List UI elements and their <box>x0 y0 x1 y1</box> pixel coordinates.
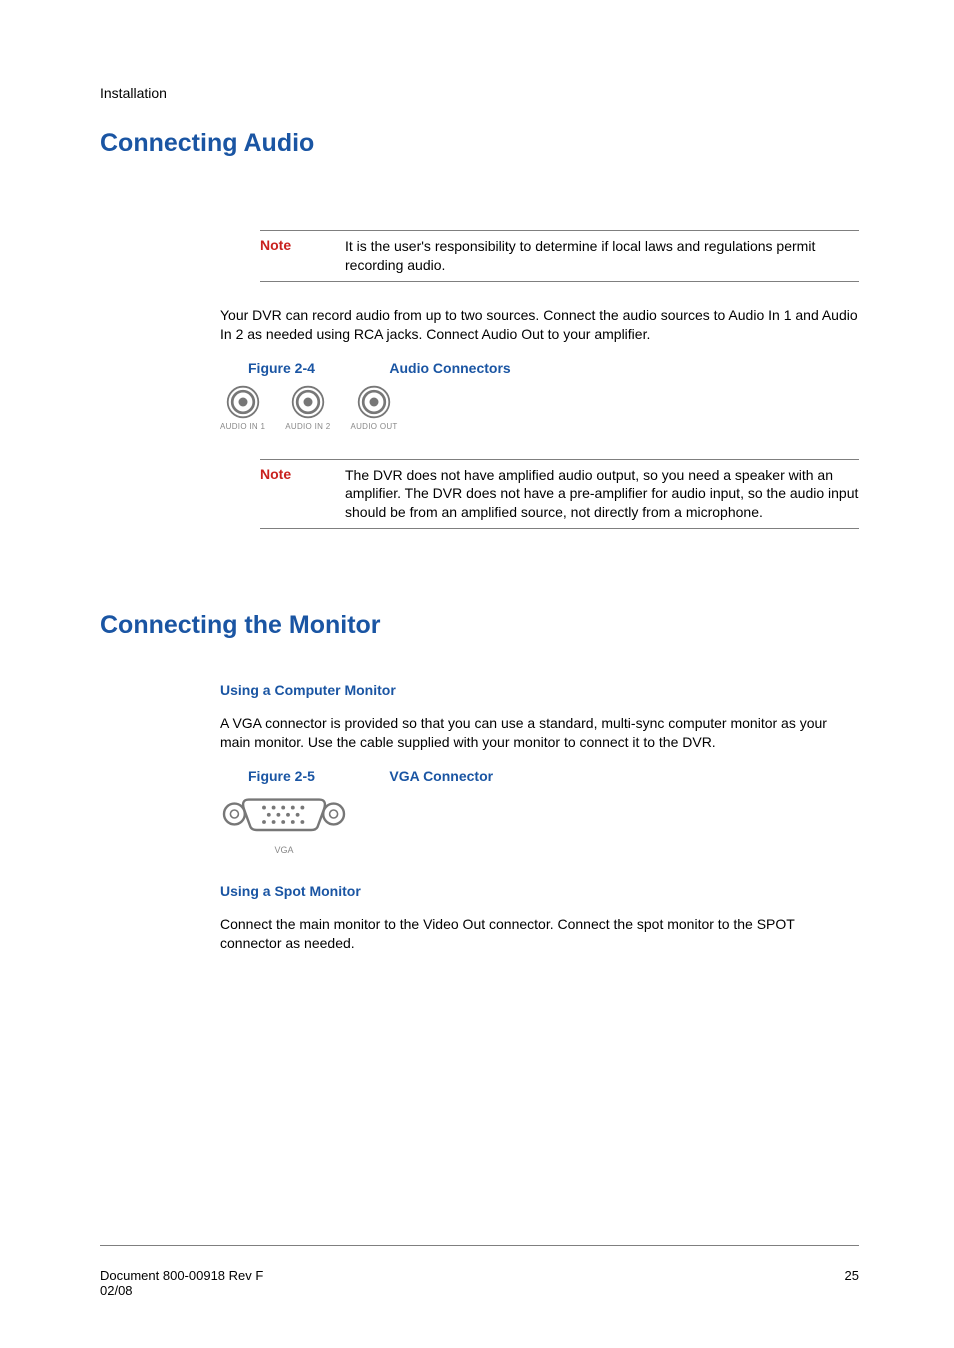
vga-label: VGA <box>220 845 348 855</box>
figure-2-4: Figure 2-4 Audio Connectors AUDIO IN 1 <box>220 360 859 431</box>
audio-connectors-icon: AUDIO IN 1 AUDIO IN 2 <box>220 384 859 431</box>
paragraph: Your DVR can record audio from up to two… <box>220 306 859 344</box>
audio-out-label: AUDIO OUT <box>350 422 397 431</box>
note-body: It is the user's responsibility to deter… <box>345 237 859 275</box>
figure-title: Audio Connectors <box>389 360 510 376</box>
figure-number: Figure 2-4 <box>248 360 315 376</box>
subheading-spot-monitor: Using a Spot Monitor <box>220 883 859 899</box>
paragraph: A VGA connector is provided so that you … <box>220 714 859 752</box>
subheading-computer-monitor: Using a Computer Monitor <box>220 682 859 698</box>
note-label: Note <box>260 466 345 523</box>
note-label: Note <box>260 237 345 275</box>
footer-divider <box>100 1245 859 1246</box>
divider <box>260 281 859 282</box>
footer-page-number: 25 <box>845 1268 859 1298</box>
divider <box>260 230 859 231</box>
heading-connecting-monitor: Connecting the Monitor <box>100 611 859 640</box>
footer-docrev: Document 800-00918 Rev F <box>100 1268 263 1283</box>
divider <box>260 528 859 529</box>
audio-jack-icon <box>356 384 392 420</box>
note-body: The DVR does not have amplified audio ou… <box>345 466 859 523</box>
audio-jack-icon <box>225 384 261 420</box>
vga-connector-icon <box>220 790 348 838</box>
audio-in2-label: AUDIO IN 2 <box>285 422 330 431</box>
page-footer: Document 800-00918 Rev F 02/08 25 <box>100 1268 859 1298</box>
audio-in1-label: AUDIO IN 1 <box>220 422 265 431</box>
footer-date: 02/08 <box>100 1283 263 1298</box>
divider <box>260 459 859 460</box>
paragraph: Connect the main monitor to the Video Ou… <box>220 915 859 953</box>
chapter-title: Installation <box>100 85 859 101</box>
figure-title: VGA Connector <box>389 768 493 784</box>
heading-connecting-audio: Connecting Audio <box>100 129 859 158</box>
figure-2-5: Figure 2-5 VGA Connector VGA <box>220 768 859 855</box>
audio-jack-icon <box>290 384 326 420</box>
figure-number: Figure 2-5 <box>248 768 315 784</box>
